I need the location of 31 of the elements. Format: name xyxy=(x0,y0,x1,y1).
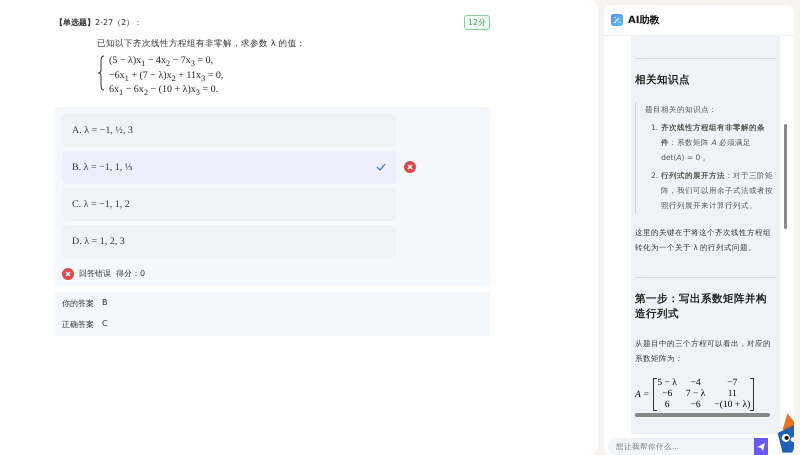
answer-option[interactable]: C. λ = −1, 1, 2 xyxy=(62,188,396,220)
score-text: 得分：0 xyxy=(116,268,146,279)
answer-label: 正确答案 xyxy=(62,318,94,330)
matrix: 5 − λ −4 −7 −6 7 − λ 11 6 −6 −(10 + λ) xyxy=(653,378,754,411)
magic-wand-icon xyxy=(611,14,623,26)
send-icon xyxy=(757,442,765,450)
equation: −6x$_{1}$ + (7 − λ)x$_{2}$ + 11x$_{3}$ = 0, xyxy=(108,70,224,84)
question-type: 【单选题】 xyxy=(55,16,95,28)
answer-option[interactable]: D. λ = 1, 2, 3 xyxy=(62,224,396,258)
scrollbar[interactable] xyxy=(784,124,787,229)
check-icon xyxy=(376,163,386,171)
panel-title: AI助教 xyxy=(628,14,660,27)
answer-label: 你的答案 xyxy=(62,298,94,308)
result-text: 回答错误 xyxy=(79,268,111,279)
brace-icon xyxy=(97,55,105,91)
answer-value: B xyxy=(102,298,108,308)
question-number: 2-27（2）： xyxy=(95,16,142,28)
points-badge: 12分 xyxy=(464,14,490,30)
answer-option[interactable]: A. λ = −1, ½, 3 xyxy=(62,114,396,146)
equation: 6x$_{1}$ − 6x$_{2}$ − (10 + λ)x$_{3}$ = 0. xyxy=(108,84,220,98)
matrix-name: A = xyxy=(635,390,650,400)
send-button[interactable] xyxy=(754,438,768,455)
wrong-icon xyxy=(62,268,74,280)
wrong-icon xyxy=(404,161,416,173)
scrollbar[interactable] xyxy=(635,413,770,417)
answer-value: C xyxy=(102,318,108,330)
question-prompt: 已知以下齐次线性方程组有非零解，求参数 λ 的值： xyxy=(97,38,306,50)
equation: (5 − λ)x$_{1}$ − 4x$_{2}$ − 7x$_{3}$ = 0, xyxy=(108,55,214,70)
section-heading: 第一步：写出系数矩阵并构造行列式 xyxy=(635,292,768,322)
answer-option[interactable]: B. λ = −1, 1, ⅓ xyxy=(62,150,396,184)
section-heading: 相关知识点 xyxy=(635,73,691,88)
